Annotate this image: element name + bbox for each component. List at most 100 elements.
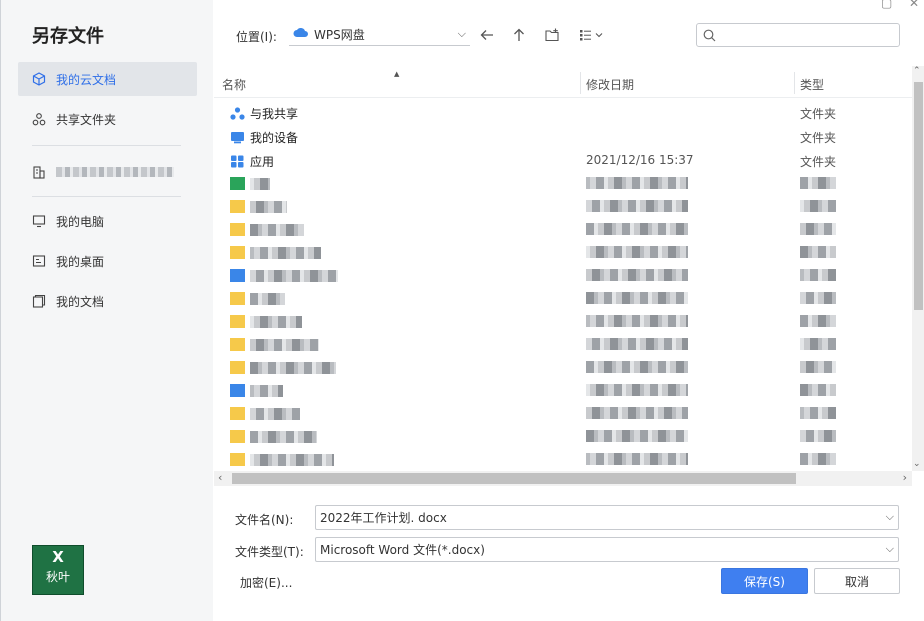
redacted-text <box>586 269 688 281</box>
cancel-button[interactable]: 取消 <box>814 568 900 594</box>
horizontal-scrollbar[interactable]: ‹ › <box>214 471 912 486</box>
scroll-right-icon[interactable]: › <box>903 471 907 484</box>
new-folder-icon <box>544 28 559 42</box>
redacted-text <box>800 246 836 258</box>
redacted-text <box>800 453 836 465</box>
up-level-button[interactable] <box>508 24 530 46</box>
file-row[interactable] <box>214 265 912 288</box>
filename-input[interactable]: 2022年工作计划. docx ⌵ <box>315 505 899 530</box>
folder-icon <box>230 384 245 397</box>
sidebar-item-label: 共享文件夹 <box>56 112 117 127</box>
filename-label: 文件名(N): <box>235 513 294 527</box>
sidebar-item-shared-folder[interactable]: 共享文件夹 <box>18 102 197 136</box>
redacted-text <box>800 223 836 235</box>
app-badge-label: 秋叶 <box>45 570 70 584</box>
scrollbar-thumb[interactable] <box>232 473 796 484</box>
arrow-left-icon <box>480 30 493 40</box>
folder-icon <box>230 200 245 213</box>
column-divider[interactable] <box>580 72 581 94</box>
redacted-text <box>586 338 688 350</box>
monitor-icon <box>32 214 46 228</box>
filetype-label: 文件类型(T): <box>235 545 304 559</box>
vertical-scrollbar[interactable]: ⌃ ⌄ <box>912 66 924 471</box>
redacted-text <box>586 292 688 304</box>
scrollbar-thumb[interactable] <box>914 82 923 310</box>
maximize-icon[interactable]: ▢ <box>881 0 892 10</box>
location-dropdown[interactable]: WPS网盘 ⌵ <box>289 23 470 46</box>
column-header-date[interactable]: 修改日期 <box>586 76 634 93</box>
building-icon <box>32 165 46 179</box>
file-row[interactable]: 我的设备 文件夹 <box>214 125 912 148</box>
file-row[interactable]: 应用 2021/12/16 15:37 文件夹 <box>214 149 912 172</box>
save-dialog: 另存文件 我的云文档 共享文件夹 我的电脑 我的桌面 我的文档 X 秋叶 位置(… <box>0 0 924 621</box>
apps-grid-icon <box>230 155 245 168</box>
sidebar-item-enterprise[interactable] <box>18 155 197 189</box>
file-row[interactable] <box>214 334 912 357</box>
file-type: 文件夹 <box>800 155 837 169</box>
new-folder-button[interactable] <box>541 24 563 46</box>
column-header-name[interactable]: 名称 <box>222 76 246 93</box>
file-row[interactable] <box>214 173 912 196</box>
scroll-up-icon[interactable]: ⌃ <box>913 66 921 76</box>
redacted-text <box>250 177 270 190</box>
redacted-text <box>586 315 688 327</box>
file-row[interactable] <box>214 288 912 311</box>
file-row[interactable] <box>214 242 912 265</box>
green-file-icon <box>230 177 245 190</box>
list-view-icon <box>580 30 603 41</box>
chevron-down-icon[interactable]: ⌵ <box>886 542 894 556</box>
folder-icon <box>230 430 245 443</box>
redacted-text <box>250 430 317 443</box>
file-row[interactable] <box>214 311 912 334</box>
scroll-down-icon[interactable]: ⌄ <box>913 459 921 469</box>
sidebar: 另存文件 我的云文档 共享文件夹 我的电脑 我的桌面 我的文档 X 秋叶 <box>1 0 213 621</box>
folder-icon <box>230 269 245 282</box>
search-input[interactable] <box>696 23 900 47</box>
redacted-text <box>250 315 302 328</box>
redacted-text <box>586 407 688 419</box>
redacted-text <box>586 200 688 212</box>
save-button[interactable]: 保存(S) <box>721 568 808 594</box>
share-icon <box>32 112 46 126</box>
dialog-title: 另存文件 <box>32 26 104 47</box>
chevron-down-icon: ⌵ <box>457 27 466 40</box>
close-icon[interactable]: ✕ <box>909 0 919 10</box>
file-row[interactable] <box>214 449 912 471</box>
redacted-text <box>586 177 688 189</box>
excel-app-badge[interactable]: X 秋叶 <box>32 545 84 595</box>
scroll-left-icon[interactable]: ‹ <box>218 471 222 484</box>
redacted-text <box>800 407 836 419</box>
redacted-text <box>586 361 688 373</box>
back-button[interactable] <box>476 24 498 46</box>
chevron-down-icon[interactable]: ⌵ <box>886 510 894 524</box>
file-row[interactable] <box>214 357 912 380</box>
file-row[interactable]: 与我共享 文件夹 <box>214 101 912 124</box>
file-row[interactable] <box>214 426 912 449</box>
arrow-up-icon <box>514 28 524 41</box>
file-list: ▲ 名称 修改日期 类型 与我共享 文件夹 我的设备 文件夹 应用 2021/1… <box>214 66 912 471</box>
documents-icon <box>32 294 46 308</box>
file-row[interactable] <box>214 403 912 426</box>
view-mode-button[interactable] <box>577 24 607 46</box>
redacted-text <box>800 292 836 304</box>
redacted-text <box>800 384 836 396</box>
redacted-text <box>586 453 688 465</box>
sidebar-item-my-documents[interactable]: 我的文档 <box>18 284 197 318</box>
file-row[interactable] <box>214 380 912 403</box>
file-row[interactable] <box>214 219 912 242</box>
column-divider[interactable] <box>794 72 795 94</box>
blurred-label <box>56 167 174 177</box>
encrypt-link[interactable]: 加密(E)... <box>240 574 292 591</box>
file-name: 我的设备 <box>250 131 299 145</box>
file-row[interactable] <box>214 196 912 219</box>
redacted-text <box>586 223 688 235</box>
sidebar-item-my-cloud-docs[interactable]: 我的云文档 <box>18 62 197 96</box>
sidebar-item-my-computer[interactable]: 我的电脑 <box>18 204 197 238</box>
column-header-type[interactable]: 类型 <box>800 76 824 93</box>
redacted-text <box>800 200 836 212</box>
folder-icon <box>230 246 245 259</box>
redacted-text <box>250 384 283 397</box>
folder-icon <box>230 315 245 328</box>
filetype-select[interactable]: Microsoft Word 文件(*.docx) ⌵ <box>315 537 899 562</box>
sidebar-item-my-desktop[interactable]: 我的桌面 <box>18 244 197 278</box>
